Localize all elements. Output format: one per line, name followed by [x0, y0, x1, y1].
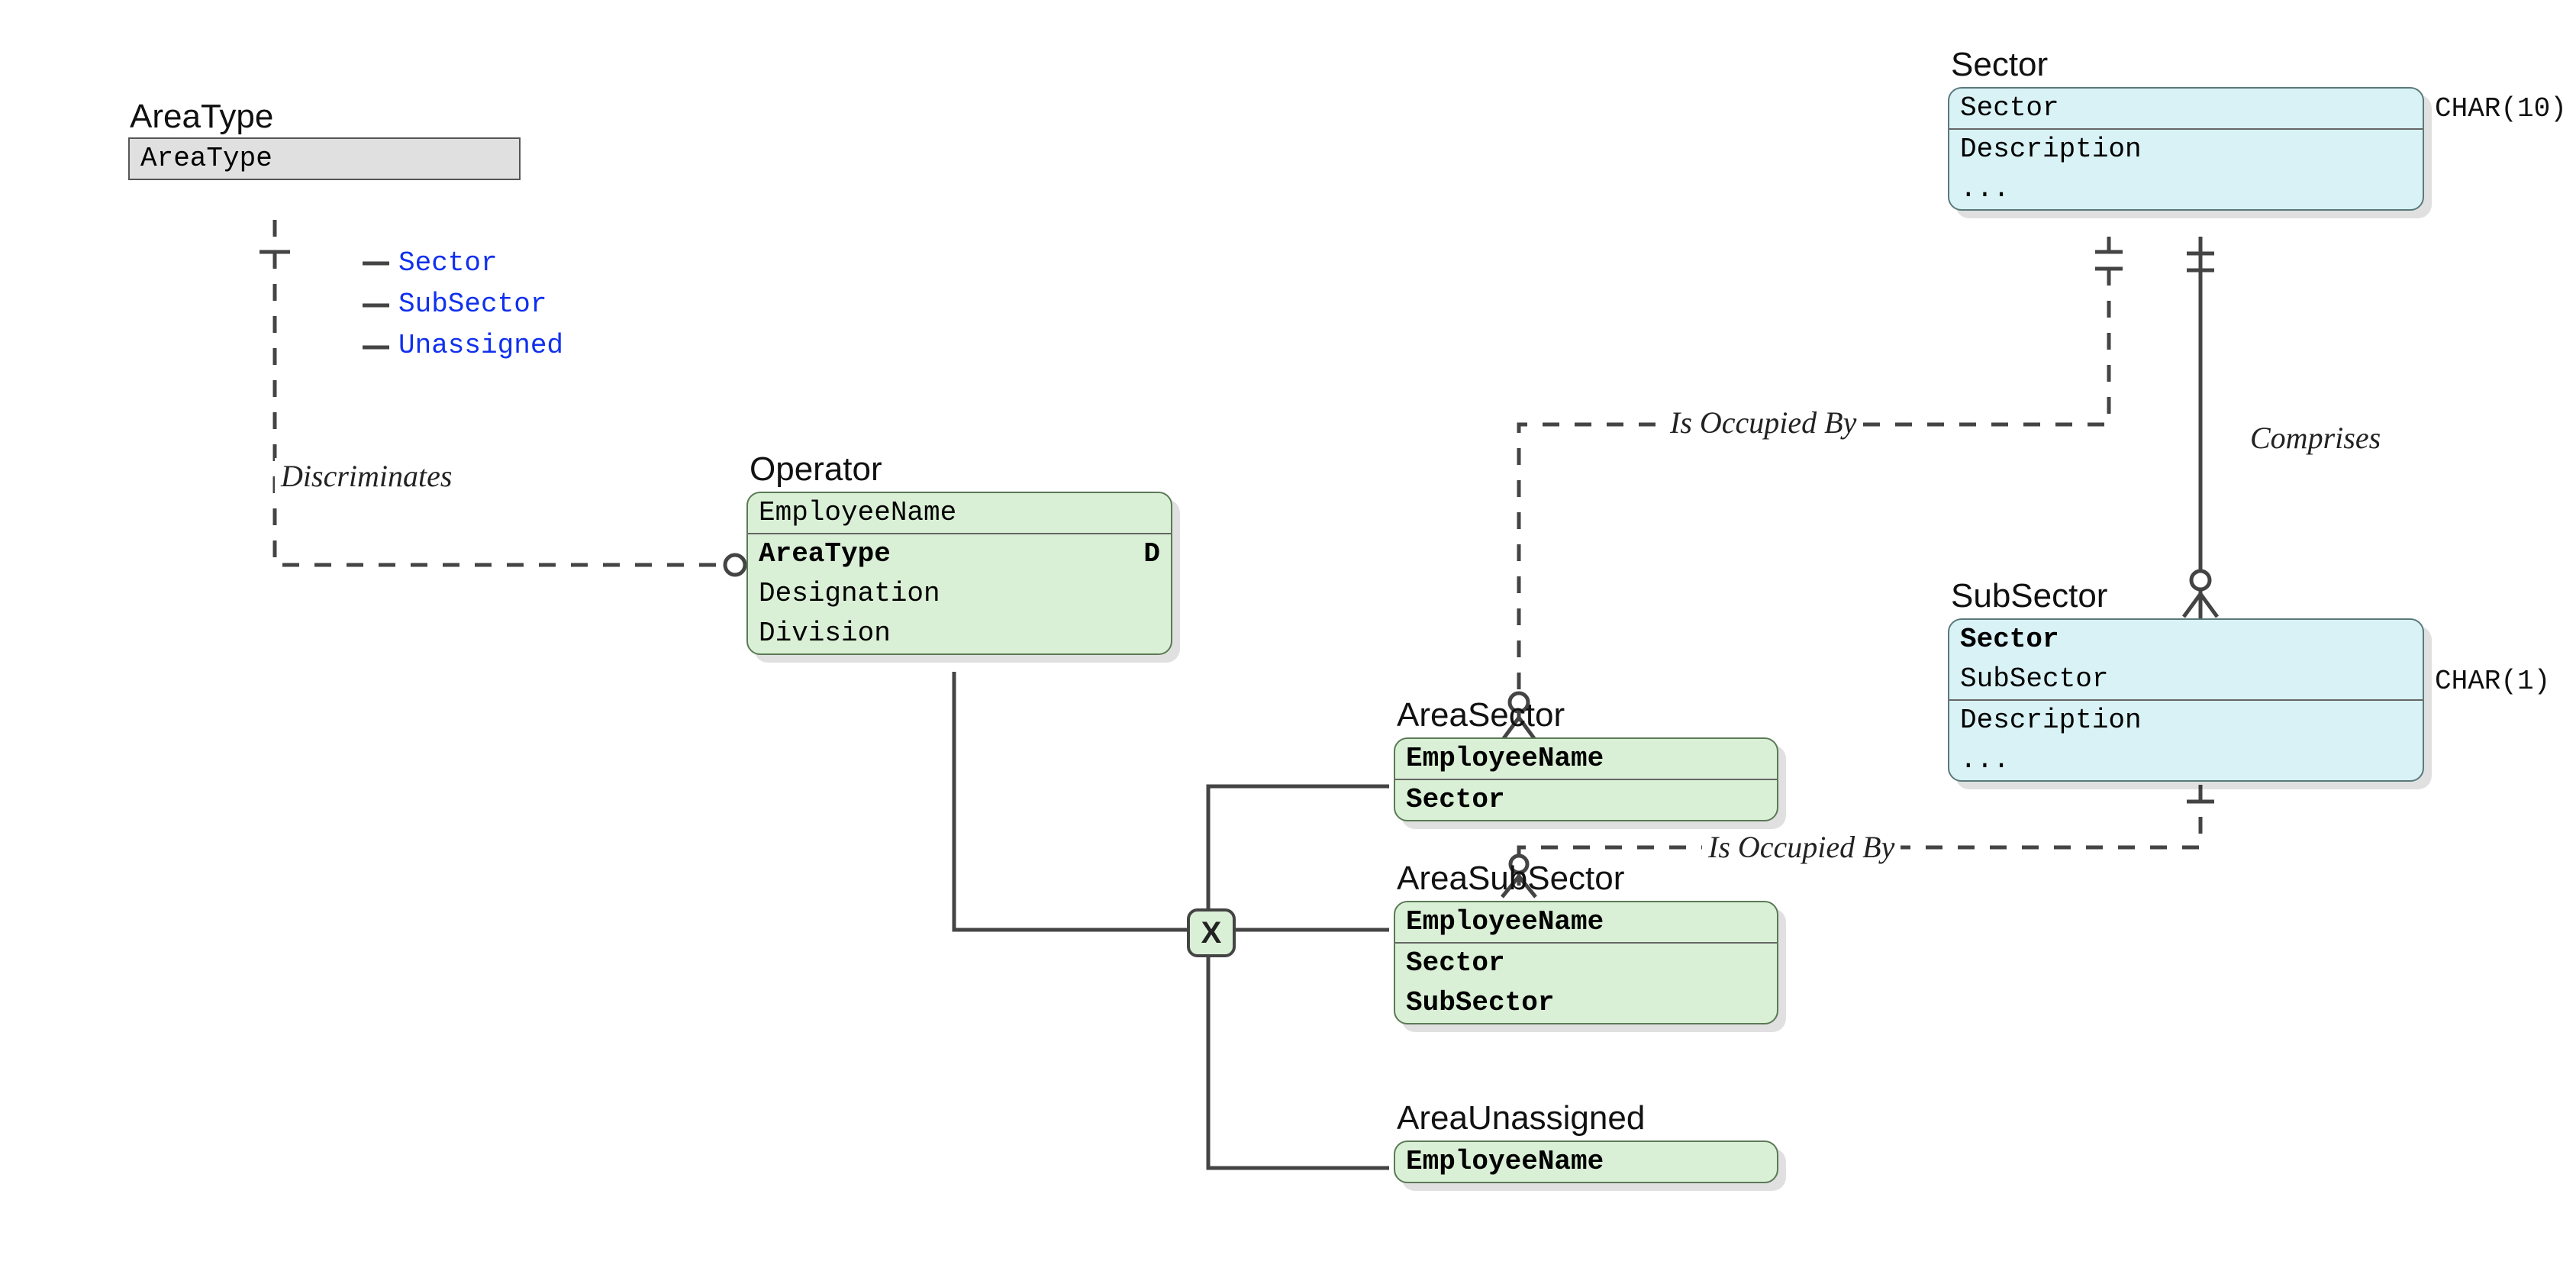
field-areatype-fk: AreaType D	[748, 533, 1171, 574]
enum-unassigned: Unassigned	[398, 330, 563, 361]
field-sector: Sector	[1395, 779, 1777, 820]
entity-operator: EmployeeName AreaType D Designation Divi…	[746, 492, 1172, 655]
field-sector-fk: Sector	[1949, 620, 2423, 660]
entity-areasector: EmployeeName Sector	[1394, 737, 1778, 821]
field-employeename: EmployeeName	[1395, 1142, 1777, 1182]
entity-areasubsector: EmployeeName Sector SubSector	[1394, 901, 1778, 1024]
entity-title-areasubsector: AreaSubSector	[1397, 860, 1624, 898]
type-char1: CHAR(1)	[2435, 666, 2550, 697]
field-ellipsis: ...	[1949, 169, 2423, 209]
field-areatype-fk-suffix: D	[1143, 534, 1160, 574]
entity-title-areaunassigned: AreaUnassigned	[1397, 1099, 1645, 1137]
entity-title-operator: Operator	[750, 450, 882, 489]
exclusive-junction: X	[1187, 908, 1236, 957]
entity-title-sector: Sector	[1951, 46, 2048, 84]
field-employeename: EmployeeName	[748, 493, 1171, 533]
field-ellipsis: ...	[1949, 740, 2423, 780]
field-areatype-fk-text: AreaType	[759, 534, 891, 574]
field-description: Description	[1949, 699, 2423, 740]
field-designation: Designation	[748, 574, 1171, 614]
field-subsector: SubSector	[1949, 660, 2423, 699]
field-sector: Sector	[1949, 89, 2423, 128]
field-employeename: EmployeeName	[1395, 739, 1777, 779]
entity-areaunassigned: EmployeeName	[1394, 1141, 1778, 1183]
field-sector: Sector	[1395, 942, 1777, 983]
rel-occupied-2: Is Occupied By	[1702, 829, 1901, 865]
field-subsector: SubSector	[1395, 983, 1777, 1023]
rel-discriminates: Discriminates	[275, 458, 458, 494]
rel-comprises: Comprises	[2244, 420, 2387, 456]
enum-subsector: SubSector	[398, 289, 546, 320]
type-char10: CHAR(10)	[2435, 93, 2567, 124]
field-division: Division	[748, 614, 1171, 653]
enum-sector: Sector	[398, 247, 498, 279]
entity-title-areasector: AreaSector	[1397, 696, 1565, 734]
entity-title-subsector: SubSector	[1951, 577, 2107, 615]
entity-sector: Sector Description ...	[1948, 87, 2424, 211]
field-employeename: EmployeeName	[1395, 902, 1777, 942]
rel-occupied-1: Is Occupied By	[1664, 405, 1862, 440]
field-description: Description	[1949, 128, 2423, 169]
entity-subsector: Sector SubSector Description ...	[1948, 618, 2424, 782]
field-areatype: AreaType	[130, 139, 519, 179]
entity-title-areatype: AreaType	[130, 98, 273, 136]
entity-areatype: AreaType	[128, 137, 521, 180]
